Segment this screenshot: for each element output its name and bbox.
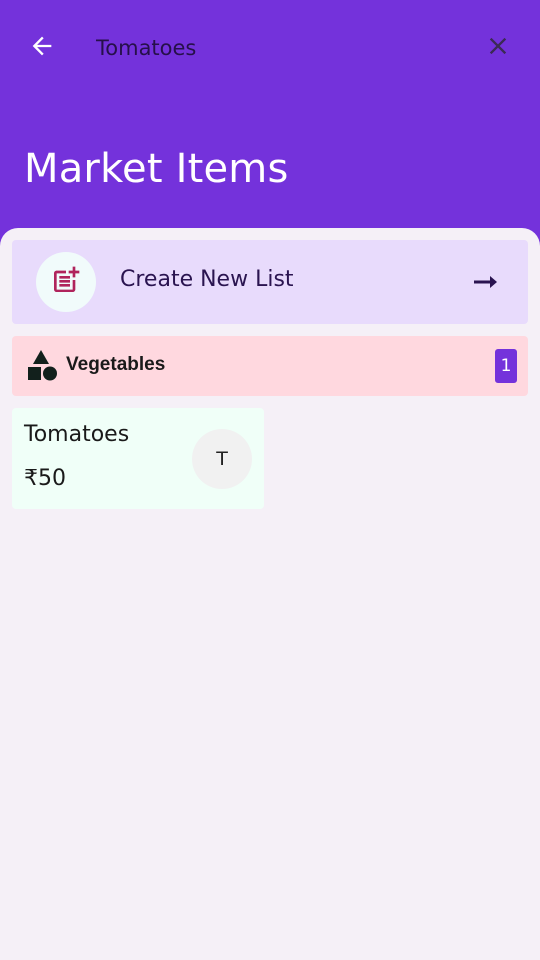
arrow-right-icon — [472, 270, 500, 294]
item-name: Tomatoes — [24, 422, 130, 447]
category-label: Vegetables — [66, 354, 166, 375]
item-card-tomatoes[interactable]: Tomatoes ₹50 T — [12, 408, 264, 509]
arrow-left-icon — [28, 32, 56, 64]
create-new-list-button[interactable]: Create New List — [12, 240, 528, 324]
search-input[interactable] — [86, 26, 466, 70]
page-title: Market Items — [24, 146, 289, 192]
category-header-vegetables[interactable]: Vegetables 1 — [12, 336, 528, 396]
post-add-icon — [50, 264, 82, 300]
item-price: ₹50 — [24, 466, 66, 491]
create-list-icon-circle — [36, 252, 96, 312]
content-sheet: Create New List Vegetables 1 Tomatoes ₹5… — [0, 228, 540, 960]
category-count-badge: 1 — [495, 349, 517, 383]
back-button[interactable] — [22, 28, 62, 68]
close-button[interactable] — [478, 28, 518, 68]
item-avatar: T — [192, 429, 252, 489]
shapes-icon — [26, 350, 58, 382]
create-new-list-label: Create New List — [120, 267, 294, 292]
close-icon — [484, 32, 512, 64]
app-bar — [0, 0, 540, 96]
